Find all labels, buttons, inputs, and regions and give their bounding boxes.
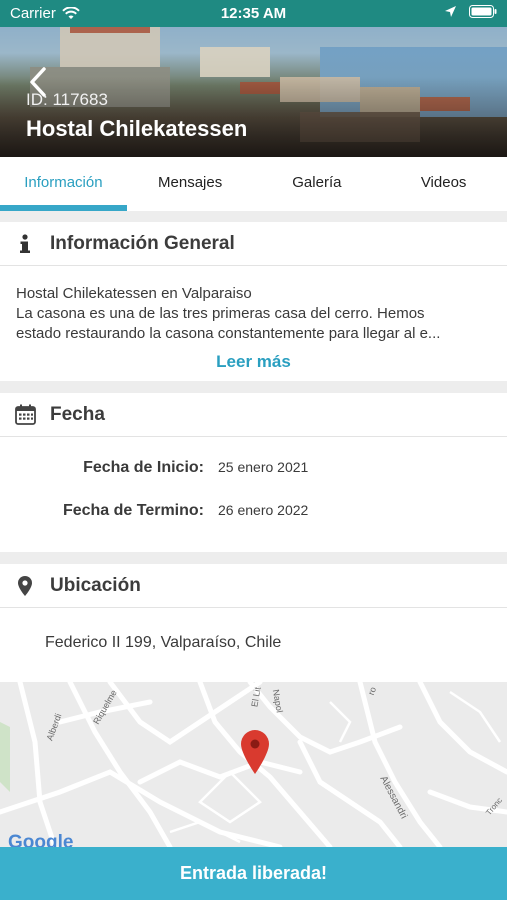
info-card-title: Información General	[50, 232, 235, 254]
hero-image: ID: 117683 Hostal Chilekatessen	[0, 27, 507, 157]
status-bar: Carrier 12:35 AM	[0, 0, 507, 27]
status-right	[444, 5, 497, 18]
battery-icon	[469, 5, 497, 18]
end-date-value: 26 enero 2022	[218, 502, 309, 518]
location-card-title: Ubicación	[50, 574, 141, 596]
info-line: La casona es una de las tres primeras ca…	[16, 305, 425, 322]
date-card-title: Fecha	[50, 403, 105, 425]
end-date-label: Fecha de Termino:	[62, 502, 204, 519]
tab-galeria[interactable]: Galería	[254, 157, 381, 211]
calendar-icon	[14, 404, 36, 426]
listing-id: ID: 117683	[26, 90, 108, 109]
listing-title: Hostal Chilekatessen	[26, 116, 248, 141]
end-date-row: Fecha de Termino: 26 enero 2022	[0, 502, 507, 545]
map-marker-icon[interactable]	[240, 730, 270, 774]
info-card-header: Información General	[0, 222, 507, 266]
tab-informacion[interactable]: Información	[0, 157, 127, 211]
info-icon	[14, 233, 36, 255]
location-arrow-icon	[445, 6, 456, 17]
info-line: estado restaurando la casona constanteme…	[16, 325, 441, 342]
info-line: Hostal Chilekatessen en Valparaiso	[16, 285, 252, 302]
tab-bar: Información Mensajes Galería Videos	[0, 157, 507, 211]
hero-roof	[70, 27, 150, 33]
start-date-row: Fecha de Inicio: 25 enero 2021	[0, 459, 507, 502]
address-text: Federico II 199, Valparaíso, Chile	[45, 634, 282, 651]
map-pin-icon	[14, 575, 36, 597]
tab-mensajes[interactable]: Mensajes	[127, 157, 254, 211]
status-time: 12:35 AM	[220, 5, 287, 22]
read-more-link[interactable]: Leer más	[0, 352, 507, 372]
start-date-value: 25 enero 2021	[218, 459, 309, 475]
info-description: Hostal Chilekatessen en Valparaiso La ca…	[0, 266, 507, 344]
free-entry-button[interactable]: Entrada liberada!	[0, 847, 507, 900]
date-card: Fecha Fecha de Inicio: 25 enero 2021 Fec…	[0, 393, 507, 552]
location-card: Ubicación Federico II 199, Valparaíso, C…	[0, 564, 507, 682]
location-card-header: Ubicación	[0, 564, 507, 608]
tab-videos[interactable]: Videos	[380, 157, 507, 211]
google-logo: Google	[8, 832, 74, 847]
date-card-header: Fecha	[0, 393, 507, 437]
location-map[interactable]: Alberdi Riquelme El Lit Napol ro Alessan…	[0, 682, 507, 847]
hero-building	[60, 27, 160, 67]
start-date-label: Fecha de Inicio:	[83, 459, 204, 476]
hero-building	[200, 47, 270, 77]
date-rows: Fecha de Inicio: 25 enero 2021 Fecha de …	[0, 437, 507, 545]
info-card: Información General Hostal Chilekatessen…	[0, 222, 507, 381]
